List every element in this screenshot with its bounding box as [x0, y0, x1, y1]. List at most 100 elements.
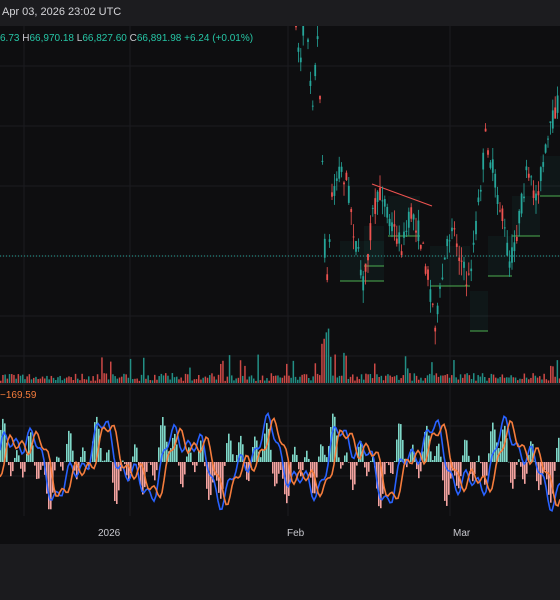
volume-bar — [327, 328, 330, 383]
volume-bar — [510, 375, 512, 383]
histogram-bar — [56, 456, 58, 462]
volume-bar — [376, 374, 378, 383]
histogram-bar — [520, 462, 522, 467]
volume-bar — [283, 375, 286, 383]
histogram-bar — [134, 444, 136, 462]
volume-bar — [554, 376, 556, 383]
high-value: 66,970.18 — [29, 33, 74, 44]
histogram-bar — [494, 429, 496, 462]
histogram-bar — [188, 447, 190, 462]
candle-body — [489, 162, 492, 168]
candle-body — [530, 176, 533, 178]
histogram-bar — [516, 462, 518, 465]
volume-bar — [24, 379, 26, 383]
histogram-bar — [194, 462, 196, 473]
histogram-bar — [110, 461, 112, 462]
histogram-bar — [342, 462, 344, 466]
volume-bar — [235, 378, 237, 383]
histogram-bar — [156, 462, 158, 471]
volume-bar — [407, 368, 409, 383]
volume-bar — [330, 356, 332, 383]
candle-body — [369, 223, 372, 241]
histogram-bar — [8, 462, 10, 466]
price-chart-pane[interactable]: 6.73 H66,970.18 L66,827.60 C66,891.98 +6… — [0, 26, 560, 544]
volume-bar — [325, 332, 328, 383]
histogram-bar — [60, 462, 62, 467]
candle-body — [335, 178, 338, 181]
candle-body — [434, 327, 437, 332]
volume-bar — [105, 373, 108, 383]
histogram-bar — [72, 450, 74, 462]
histogram-bar — [390, 462, 392, 474]
candle-body — [374, 198, 377, 214]
histogram-bar — [378, 462, 380, 507]
volume-bar — [382, 380, 385, 383]
candle-body — [367, 254, 369, 261]
volume-bar — [160, 373, 163, 383]
volume-bar — [400, 378, 402, 383]
histogram-bar — [524, 462, 526, 484]
volume-bar — [301, 374, 303, 383]
volume-bar — [391, 376, 394, 383]
open-value: 6.73 — [0, 33, 20, 44]
volume-bar — [435, 373, 438, 383]
candle-body — [352, 236, 355, 238]
volume-bar — [167, 375, 169, 383]
histogram-bar — [28, 436, 30, 462]
candle-body — [479, 189, 482, 192]
histogram-bar — [300, 462, 302, 477]
histogram-bar — [264, 433, 266, 462]
volume-bar — [35, 376, 37, 383]
volume-bar — [13, 374, 15, 383]
chart-canvas[interactable]: 2026 Feb Mar — [0, 26, 560, 544]
volume-bar — [323, 338, 325, 383]
histogram-bar — [20, 462, 22, 469]
histogram-bar — [558, 437, 560, 462]
histogram-bar — [538, 462, 540, 491]
histogram-bar — [176, 444, 178, 462]
histogram-bar — [370, 460, 372, 462]
histogram-bar — [432, 460, 434, 462]
volume-bar — [44, 378, 46, 383]
histogram-bar — [316, 462, 318, 478]
histogram-bar — [102, 460, 104, 462]
histogram-bar — [108, 449, 110, 462]
candle-body — [523, 196, 525, 199]
x-axis-label-2026: 2026 — [98, 528, 121, 539]
candle-body — [446, 239, 449, 247]
volume-bar — [314, 363, 317, 383]
volume-bar — [277, 375, 279, 383]
candle-body — [496, 195, 499, 205]
macd-value-label: −169.59 — [0, 390, 37, 401]
volume-bar — [424, 378, 427, 383]
candle-body — [443, 257, 446, 260]
volume-bar — [189, 367, 191, 383]
volume-bar — [523, 373, 526, 383]
volume-bar — [237, 377, 240, 383]
candle-body — [518, 210, 521, 224]
histogram-bar — [216, 462, 218, 481]
histogram-bar — [232, 454, 234, 462]
volume-bar — [453, 360, 455, 383]
volume-bar — [360, 374, 363, 383]
histogram-bar — [546, 462, 548, 480]
volume-bar — [66, 377, 68, 383]
volume-bar — [138, 380, 141, 383]
volume-bar — [52, 377, 55, 383]
candle-body — [439, 286, 441, 289]
histogram-bar — [478, 455, 480, 462]
volume-bar — [187, 374, 189, 383]
histogram-bar — [466, 440, 468, 462]
candle-body — [362, 276, 365, 291]
volume-bar — [552, 366, 554, 383]
histogram-bar — [10, 462, 12, 477]
volume-bar — [151, 380, 154, 383]
candle-body — [299, 57, 302, 63]
volume-bar — [354, 380, 356, 383]
histogram-bar — [80, 456, 82, 462]
volume-bar — [550, 365, 552, 383]
supertrend-fill — [488, 236, 512, 276]
histogram-bar — [530, 441, 532, 462]
top-toolbar: Apr 03, 2026 23:02 UTC — [0, 0, 560, 27]
volume-bar — [224, 380, 226, 383]
